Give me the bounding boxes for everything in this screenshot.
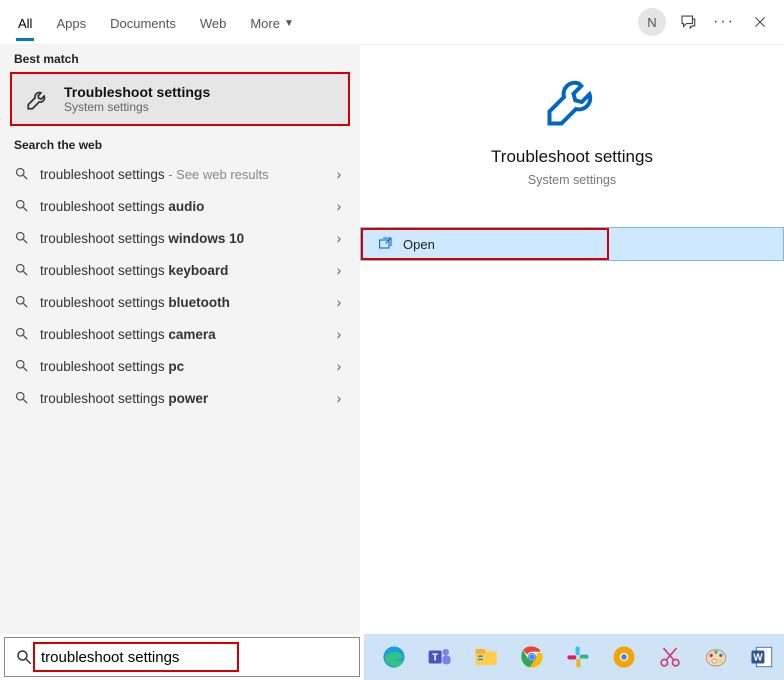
more-options-icon[interactable]: ··· bbox=[706, 4, 742, 40]
web-result-item[interactable]: troubleshoot settings windows 10 › bbox=[0, 222, 360, 254]
tab-web[interactable]: Web bbox=[188, 4, 239, 41]
chevron-down-icon: ▼ bbox=[284, 18, 294, 29]
web-result-item[interactable]: troubleshoot settings power › bbox=[0, 382, 360, 414]
taskbar-explorer-icon[interactable] bbox=[472, 643, 500, 671]
result-text: troubleshoot settings keyboard bbox=[40, 263, 322, 278]
wrench-icon bbox=[24, 85, 52, 113]
search-icon bbox=[14, 262, 30, 278]
search-icon bbox=[14, 294, 30, 310]
web-result-item[interactable]: troubleshoot settings audio › bbox=[0, 190, 360, 222]
chevron-right-icon: › bbox=[332, 262, 346, 278]
taskbar: T W bbox=[364, 634, 784, 680]
result-text: troubleshoot settings - See web results bbox=[40, 167, 322, 182]
tab-all[interactable]: All bbox=[6, 4, 44, 41]
web-result-item[interactable]: troubleshoot settings pc › bbox=[0, 350, 360, 382]
web-results-list: troubleshoot settings - See web results ›… bbox=[0, 158, 360, 414]
svg-text:T: T bbox=[432, 652, 438, 663]
search-box[interactable] bbox=[4, 637, 360, 677]
chevron-right-icon: › bbox=[332, 358, 346, 374]
wrench-icon bbox=[542, 71, 602, 131]
chevron-right-icon: › bbox=[332, 294, 346, 310]
result-text: troubleshoot settings pc bbox=[40, 359, 322, 374]
web-result-item[interactable]: troubleshoot settings keyboard › bbox=[0, 254, 360, 286]
best-match-title: Troubleshoot settings bbox=[64, 84, 210, 100]
taskbar-paint-icon[interactable] bbox=[702, 643, 730, 671]
tab-more[interactable]: More ▼ bbox=[238, 4, 306, 41]
result-text: troubleshoot settings camera bbox=[40, 327, 322, 342]
web-result-item[interactable]: troubleshoot settings bluetooth › bbox=[0, 286, 360, 318]
best-match-header: Best match bbox=[0, 44, 360, 72]
taskbar-snip-icon[interactable] bbox=[656, 643, 684, 671]
user-avatar[interactable]: N bbox=[634, 4, 670, 40]
chevron-right-icon: › bbox=[332, 230, 346, 246]
tab-apps[interactable]: Apps bbox=[44, 4, 98, 41]
preview-panel: Troubleshoot settings System settings Op… bbox=[360, 44, 784, 634]
taskbar-word-icon[interactable]: W bbox=[748, 643, 776, 671]
tab-more-label: More bbox=[250, 16, 280, 31]
open-action[interactable]: Open bbox=[360, 227, 784, 261]
result-text: troubleshoot settings power bbox=[40, 391, 322, 406]
taskbar-edge-icon[interactable] bbox=[380, 643, 408, 671]
preview-title: Troubleshoot settings bbox=[380, 147, 764, 167]
preview-subtitle: System settings bbox=[380, 173, 764, 187]
taskbar-teams-icon[interactable]: T bbox=[426, 643, 454, 671]
result-text: troubleshoot settings audio bbox=[40, 199, 322, 214]
best-match-item[interactable]: Troubleshoot settings System settings bbox=[10, 72, 350, 126]
filter-tabs: All Apps Documents Web More ▼ bbox=[6, 4, 306, 41]
taskbar-chrome-icon[interactable] bbox=[518, 643, 546, 671]
avatar-initial: N bbox=[638, 8, 666, 36]
search-icon bbox=[14, 390, 30, 406]
search-icon bbox=[14, 326, 30, 342]
search-icon bbox=[14, 358, 30, 374]
web-result-item[interactable]: troubleshoot settings camera › bbox=[0, 318, 360, 350]
filter-tabs-row: All Apps Documents Web More ▼ N ··· bbox=[0, 0, 784, 44]
search-icon bbox=[14, 198, 30, 214]
feedback-icon[interactable] bbox=[670, 4, 706, 40]
open-label: Open bbox=[403, 237, 435, 252]
chevron-right-icon: › bbox=[332, 166, 346, 182]
result-text: troubleshoot settings bluetooth bbox=[40, 295, 322, 310]
taskbar-chrome-canary-icon[interactable] bbox=[610, 643, 638, 671]
chevron-right-icon: › bbox=[332, 390, 346, 406]
search-icon bbox=[15, 648, 33, 666]
close-icon[interactable] bbox=[742, 4, 778, 40]
web-result-item[interactable]: troubleshoot settings - See web results › bbox=[0, 158, 360, 190]
chevron-right-icon: › bbox=[332, 326, 346, 342]
search-input[interactable] bbox=[41, 649, 359, 666]
results-panel: Best match Troubleshoot settings System … bbox=[0, 44, 360, 634]
search-web-header: Search the web bbox=[0, 130, 360, 158]
svg-text:W: W bbox=[753, 652, 763, 663]
tab-documents[interactable]: Documents bbox=[98, 4, 188, 41]
search-icon bbox=[14, 166, 30, 182]
best-match-subtitle: System settings bbox=[64, 100, 210, 114]
open-icon bbox=[377, 236, 393, 252]
result-text: troubleshoot settings windows 10 bbox=[40, 231, 322, 246]
search-icon bbox=[14, 230, 30, 246]
taskbar-slack-icon[interactable] bbox=[564, 643, 592, 671]
chevron-right-icon: › bbox=[332, 198, 346, 214]
